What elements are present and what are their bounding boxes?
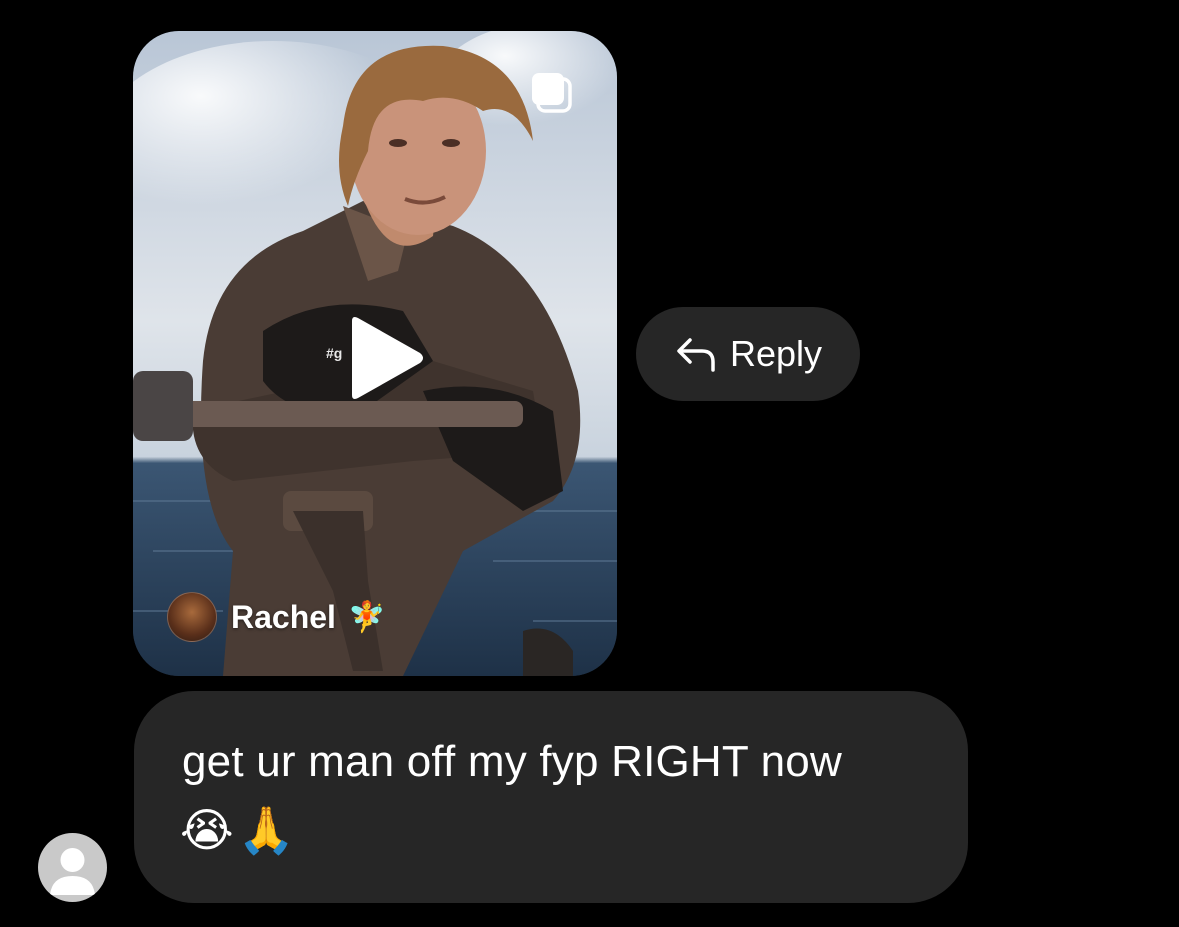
reply-button[interactable]: Reply: [636, 307, 860, 401]
author-name: Rachel: [231, 598, 336, 635]
multiple-media-icon: [532, 73, 572, 113]
default-user-icon: [50, 848, 95, 895]
message-bubble[interactable]: get ur man off my fyp RIGHT now 😭🙏: [134, 691, 968, 903]
message-emoji: 😭🙏: [180, 803, 300, 857]
post-author[interactable]: Rachel 🧚: [167, 591, 385, 643]
author-avatar: [167, 592, 217, 642]
shared-post-card[interactable]: #g Rachel 🧚: [133, 31, 617, 676]
reply-label: Reply: [729, 333, 823, 374]
sender-avatar[interactable]: [38, 833, 107, 902]
fairy-emoji: 🧚: [347, 600, 386, 634]
reply-arrow-icon: [677, 338, 715, 372]
play-icon[interactable]: [338, 313, 428, 403]
message-text: get ur man off my fyp RIGHT now: [182, 737, 842, 786]
